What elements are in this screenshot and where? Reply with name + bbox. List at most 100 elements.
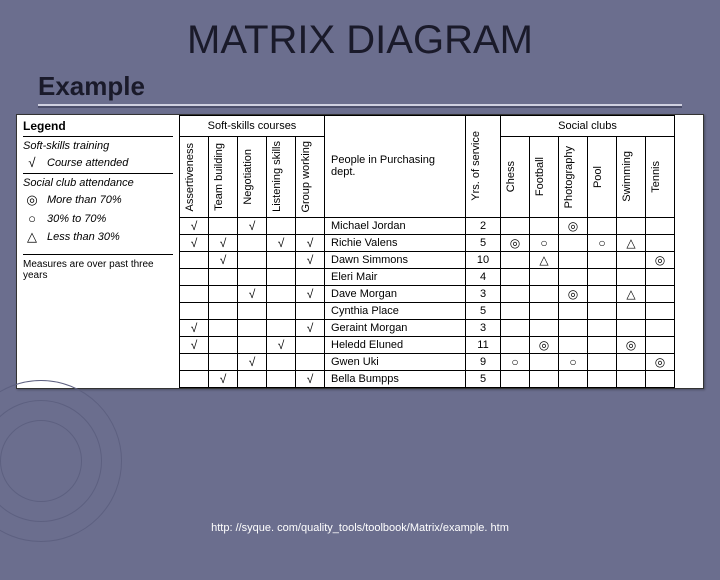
person-name: Gwen Uki	[325, 353, 466, 370]
years-cell: 3	[466, 319, 501, 336]
soft-cell	[267, 319, 296, 336]
soft-cell	[296, 302, 325, 319]
table-row: √√Dawn Simmons10△◎	[180, 251, 675, 268]
soft-cell: √	[267, 234, 296, 251]
legend-mid-label: 30% to 70%	[47, 213, 173, 225]
legend-row-high: ◎ More than 70%	[23, 192, 173, 208]
soft-cell: √	[238, 217, 267, 234]
soft-cell	[209, 302, 238, 319]
legend-heading: Legend	[23, 119, 173, 133]
clubs-group-header: Social clubs	[501, 116, 675, 137]
years-cell: 3	[466, 285, 501, 302]
soft-cell	[180, 285, 209, 302]
soft-cell	[296, 336, 325, 353]
soft-cell: √	[267, 336, 296, 353]
soft-group-header: Soft-skills courses	[180, 116, 325, 137]
club-cell	[588, 336, 617, 353]
club-cell	[530, 353, 559, 370]
club-cell: ○	[530, 234, 559, 251]
club-cell	[501, 268, 530, 285]
table-row: √Gwen Uki9○○◎	[180, 353, 675, 370]
legend-sect2: Social club attendance	[23, 173, 173, 189]
soft-cell	[267, 217, 296, 234]
legend: Legend Soft-skills training √ Course att…	[17, 115, 179, 388]
bg-decoration	[0, 380, 160, 580]
person-name: Heledd Eluned	[325, 336, 466, 353]
club-cell: △	[530, 251, 559, 268]
soft-cell	[209, 217, 238, 234]
years-cell: 5	[466, 234, 501, 251]
club-cell	[617, 353, 646, 370]
club-col-header: Football	[530, 137, 559, 218]
club-cell	[559, 336, 588, 353]
club-cell	[617, 251, 646, 268]
club-cell	[559, 370, 588, 387]
soft-cell: √	[180, 217, 209, 234]
club-cell	[501, 285, 530, 302]
soft-cell	[296, 353, 325, 370]
soft-cell	[209, 319, 238, 336]
club-cell	[646, 370, 675, 387]
club-cell	[588, 217, 617, 234]
club-cell	[501, 302, 530, 319]
club-cell	[530, 217, 559, 234]
legend-check-label: Course attended	[47, 157, 173, 169]
table-row: Eleri Mair4	[180, 268, 675, 285]
triangle-icon: △	[23, 229, 41, 245]
soft-cell	[209, 353, 238, 370]
years-cell: 10	[466, 251, 501, 268]
club-cell: ○	[501, 353, 530, 370]
check-icon: √	[23, 155, 41, 170]
soft-cell: √	[209, 251, 238, 268]
soft-cell: √	[238, 285, 267, 302]
soft-col-header: Negotiation	[238, 137, 267, 218]
club-cell	[617, 370, 646, 387]
soft-cell	[267, 285, 296, 302]
soft-cell: √	[296, 285, 325, 302]
matrix-table: Soft-skills courses People in Purchasing…	[179, 115, 675, 388]
soft-cell: √	[296, 234, 325, 251]
years-cell: 2	[466, 217, 501, 234]
club-cell	[559, 251, 588, 268]
club-cell	[559, 234, 588, 251]
club-col-header: Chess	[501, 137, 530, 218]
double-circle-icon: ◎	[23, 192, 41, 208]
legend-sect1: Soft-skills training	[23, 136, 173, 152]
soft-cell	[209, 268, 238, 285]
person-name: Bella Bumpps	[325, 370, 466, 387]
club-cell	[501, 370, 530, 387]
soft-cell	[296, 217, 325, 234]
soft-cell: √	[209, 234, 238, 251]
club-cell: △	[617, 285, 646, 302]
legend-low-label: Less than 30%	[47, 231, 173, 243]
legend-row-low: △ Less than 30%	[23, 229, 173, 245]
club-cell: ◎	[646, 353, 675, 370]
soft-cell	[238, 268, 267, 285]
club-cell	[559, 319, 588, 336]
club-cell	[530, 302, 559, 319]
club-cell	[530, 370, 559, 387]
club-cell	[530, 285, 559, 302]
club-cell	[646, 302, 675, 319]
legend-high-label: More than 70%	[47, 194, 173, 206]
club-col-header: Pool	[588, 137, 617, 218]
soft-cell	[238, 370, 267, 387]
person-name: Richie Valens	[325, 234, 466, 251]
person-name: Michael Jordan	[325, 217, 466, 234]
soft-cell: √	[296, 319, 325, 336]
soft-cell	[238, 234, 267, 251]
soft-cell	[180, 268, 209, 285]
person-name: Eleri Mair	[325, 268, 466, 285]
club-cell: ○	[559, 353, 588, 370]
soft-cell: √	[238, 353, 267, 370]
soft-cell: √	[180, 319, 209, 336]
club-cell	[501, 319, 530, 336]
soft-cell	[238, 336, 267, 353]
years-cell: 9	[466, 353, 501, 370]
club-cell	[617, 302, 646, 319]
club-cell	[530, 319, 559, 336]
soft-cell	[180, 353, 209, 370]
club-cell	[501, 251, 530, 268]
soft-col-header: Group working	[296, 137, 325, 218]
club-cell: ◎	[530, 336, 559, 353]
